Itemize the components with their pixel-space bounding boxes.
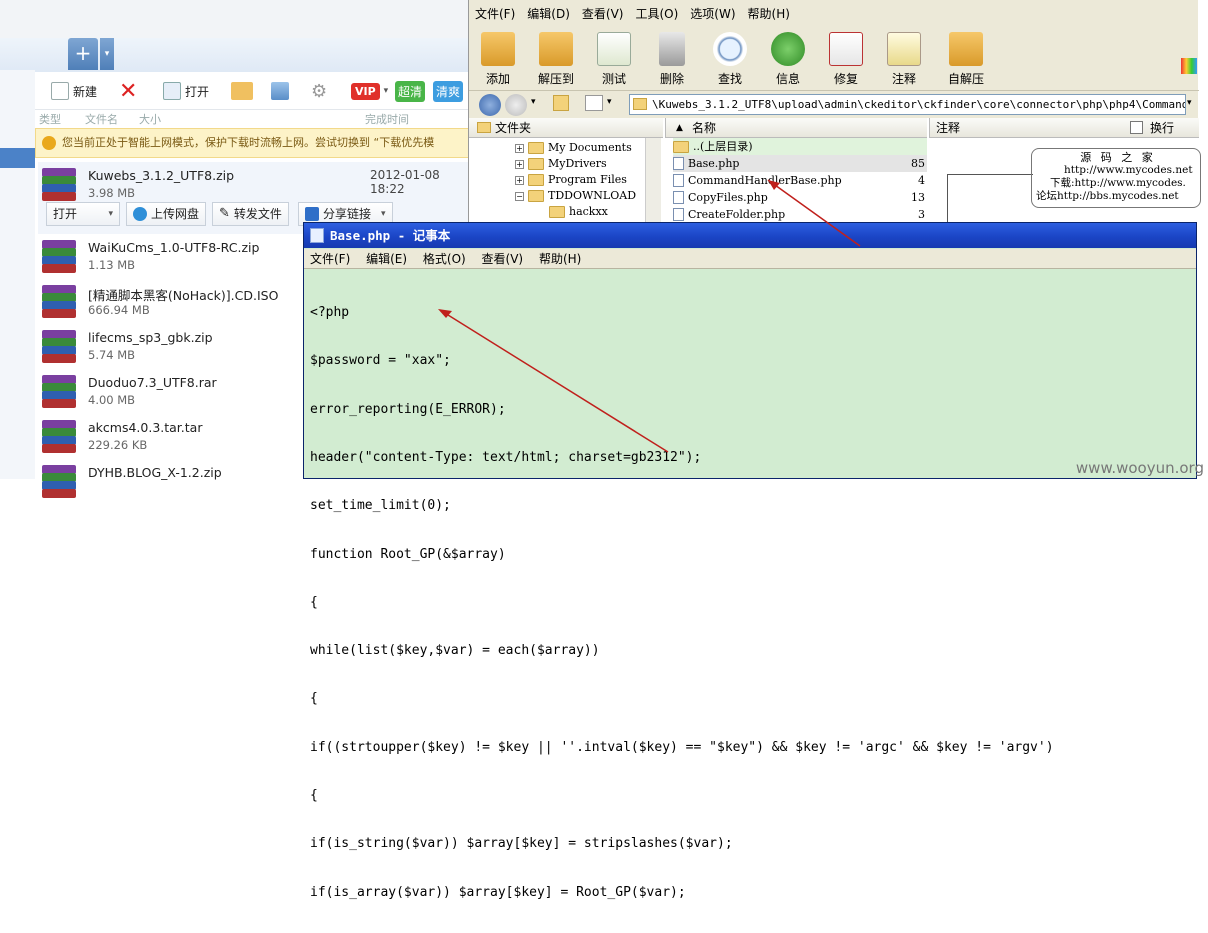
code-line: { xyxy=(310,594,318,610)
annotation-arrows xyxy=(438,179,861,453)
code-line: if(is_array($var)) $array[$key] = Root_G… xyxy=(310,884,686,900)
arrow-to-base-php xyxy=(767,179,861,247)
code-line: function Root_GP(&$array) xyxy=(310,546,506,562)
code-line: set_time_limit(0); xyxy=(310,498,451,514)
watermark: www.wooyun.org xyxy=(1075,459,1204,477)
code-line: if(is_string($var)) $array[$key] = strip… xyxy=(310,836,733,852)
arrow-to-password xyxy=(439,309,669,453)
code-line: while(list($key,$var) = each($array)) xyxy=(310,643,600,659)
code-line: { xyxy=(310,691,318,707)
code-line: if((strtoupper($key) != $key || ''.intva… xyxy=(310,739,1054,755)
arrowhead-icon xyxy=(768,180,780,190)
code-line: { xyxy=(310,788,318,803)
